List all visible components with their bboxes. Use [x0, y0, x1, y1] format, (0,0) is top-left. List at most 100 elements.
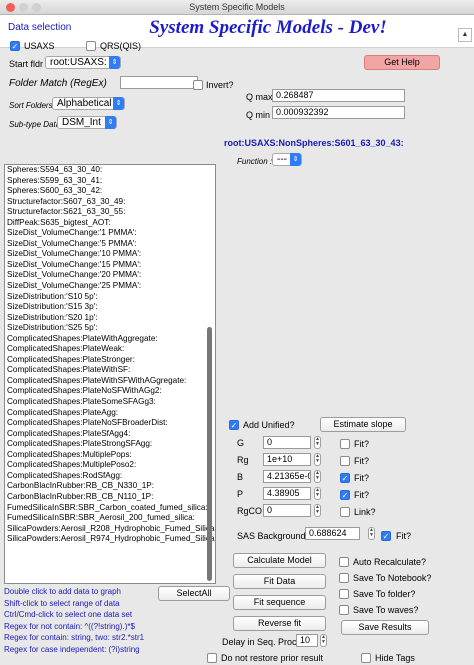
- list-item[interactable]: ComplicatedShapes:PlateWithSF:: [5, 365, 215, 376]
- minimize-window-icon[interactable]: [19, 3, 28, 12]
- list-item[interactable]: SilicaPowders:Aerosil_R974_Hydrophobic_F…: [5, 534, 215, 545]
- usaxs-checkbox[interactable]: ✓: [10, 41, 20, 51]
- list-item[interactable]: ComplicatedShapes:PlateNoSFWithAGg2:: [5, 386, 215, 397]
- sort-folders-popup[interactable]: Alphabetical ⇕: [52, 97, 125, 110]
- qmax-input[interactable]: 0.268487: [272, 89, 405, 102]
- select-all-button[interactable]: SelectAll: [158, 586, 230, 601]
- auto-recalculate-label: Auto Recalculate?: [353, 557, 427, 567]
- sort-folders-label: Sort Folders: [9, 101, 53, 110]
- list-item[interactable]: ComplicatedShapes:RodSfAgg:: [5, 471, 215, 482]
- data-folder-list[interactable]: Spheres:S594_63_30_40: Spheres:S599_63_30…: [4, 164, 216, 584]
- list-scrollbar-thumb[interactable]: [207, 327, 212, 581]
- param-value-input[interactable]: 1e+10: [263, 453, 311, 466]
- estimate-slope-button[interactable]: Estimate slope: [320, 417, 406, 432]
- fit-sequence-button[interactable]: Fit sequence: [233, 595, 326, 610]
- list-item[interactable]: Spheres:S594_63_30_40:: [5, 165, 215, 176]
- hide-tags-checkbox[interactable]: [361, 653, 371, 663]
- sas-fit-label: Fit?: [396, 531, 412, 541]
- list-item[interactable]: SilicaPowders:Aerosil_R208_Hydrophobic_F…: [5, 524, 215, 535]
- start-folder-popup[interactable]: root:USAXS: ⇕: [45, 56, 121, 69]
- invert-checkbox[interactable]: [193, 80, 203, 90]
- param-stepper[interactable]: ▲ ▼: [314, 504, 321, 517]
- list-item[interactable]: Structurefactor:S621_63_30_55:: [5, 207, 215, 218]
- list-item[interactable]: SizeDistribution:'S10 5p':: [5, 292, 215, 303]
- reverse-fit-button[interactable]: Reverse fit: [233, 616, 326, 631]
- param-value-input[interactable]: 0: [263, 436, 311, 449]
- save-folder-checkbox[interactable]: [339, 589, 349, 599]
- list-item[interactable]: ComplicatedShapes:PlateNoSFBroaderDist:: [5, 418, 215, 429]
- folder-match-input[interactable]: [120, 76, 198, 89]
- list-item[interactable]: SizeDistribution:'S15 3p':: [5, 302, 215, 313]
- list-item[interactable]: ComplicatedShapes:PlateStrongSFAgg:: [5, 439, 215, 450]
- list-item[interactable]: CarbonBlacInRubber:RB_CB_N110_1P:: [5, 492, 215, 503]
- folder-match-label: Folder Match (RegEx): [9, 78, 107, 89]
- get-help-button[interactable]: Get Help: [364, 55, 440, 70]
- close-window-icon[interactable]: [6, 3, 15, 12]
- list-item[interactable]: ComplicatedShapes:MultiplePoso2:: [5, 460, 215, 471]
- param-stepper[interactable]: ▲ ▼: [314, 453, 321, 466]
- calculate-model-button[interactable]: Calculate Model: [233, 553, 326, 568]
- list-item[interactable]: ComplicatedShapes:PlateWithSFWithAGgrega…: [5, 376, 215, 387]
- sas-background-stepper[interactable]: ▲ ▼: [368, 527, 375, 540]
- param-fit-checkbox[interactable]: ✓: [340, 473, 350, 483]
- delay-stepper[interactable]: ▲ ▼: [320, 634, 327, 647]
- list-item[interactable]: FumedSilicaInSBR:SBR_Carbon_coated_fumed…: [5, 503, 215, 514]
- save-results-button[interactable]: Save Results: [341, 620, 429, 635]
- qmin-input[interactable]: 0.000932392: [272, 106, 405, 119]
- list-item[interactable]: ComplicatedShapes:PlateWeak:: [5, 344, 215, 355]
- list-item[interactable]: ComplicatedShapes:PlateSfAgg4:: [5, 429, 215, 440]
- list-item[interactable]: SizeDist_VolumeChange:'15 PMMA':: [5, 260, 215, 271]
- add-unified-checkbox[interactable]: ✓: [229, 420, 239, 430]
- param-value-input[interactable]: 0: [263, 504, 311, 517]
- param-value-input[interactable]: 4.38905: [263, 487, 311, 500]
- param-fit-checkbox[interactable]: ✓: [340, 490, 350, 500]
- qrs-checkbox[interactable]: [86, 41, 96, 51]
- list-item[interactable]: ComplicatedShapes:MultiplePops:: [5, 450, 215, 461]
- no-restore-label: Do not restore prior result: [221, 653, 324, 663]
- list-item[interactable]: SizeDist_VolumeChange:'20 PMMA':: [5, 270, 215, 281]
- chevron-updown-icon: ⇕: [109, 56, 120, 69]
- list-item[interactable]: CarbonBlacInRubber:RB_CB_N330_1P:: [5, 481, 215, 492]
- list-item[interactable]: ComplicatedShapes:PlateWithAggregate:: [5, 334, 215, 345]
- list-item[interactable]: Spheres:S600_63_30_42:: [5, 186, 215, 197]
- list-item[interactable]: ComplicatedShapes:PlateStronger:: [5, 355, 215, 366]
- param-fit-checkbox[interactable]: [340, 439, 350, 449]
- param-stepper[interactable]: ▲ ▼: [314, 436, 321, 449]
- chevron-updown-icon: ⇕: [105, 116, 116, 129]
- param-fit-label: Link?: [354, 507, 376, 517]
- save-waves-checkbox[interactable]: [339, 605, 349, 615]
- list-item[interactable]: SizeDistribution:'S25 5p':: [5, 323, 215, 334]
- list-item[interactable]: Spheres:S599_63_30_41:: [5, 176, 215, 187]
- sas-background-input[interactable]: 0.688624: [305, 527, 360, 540]
- list-rows: Spheres:S594_63_30_40: Spheres:S599_63_30…: [5, 165, 215, 545]
- window-titlebar: System Specific Models: [0, 0, 474, 15]
- list-item[interactable]: ComplicatedShapes:PlateAgg:: [5, 408, 215, 419]
- list-item[interactable]: SizeDistribution:'S20 1p':: [5, 313, 215, 324]
- chevron-updown-icon: ⇕: [113, 97, 124, 110]
- list-item[interactable]: SizeDist_VolumeChange:'1 PMMA':: [5, 228, 215, 239]
- list-item[interactable]: SizeDist_VolumeChange:'10 PMMA':: [5, 249, 215, 260]
- auto-recalculate-checkbox[interactable]: [339, 557, 349, 567]
- zoom-window-icon[interactable]: [32, 3, 41, 12]
- param-fit-checkbox[interactable]: [340, 507, 350, 517]
- no-restore-checkbox[interactable]: [207, 653, 217, 663]
- list-item[interactable]: Structurefactor:S607_63_30_49:: [5, 197, 215, 208]
- fit-data-button[interactable]: Fit Data: [233, 574, 326, 589]
- sas-fit-checkbox[interactable]: ✓: [381, 531, 391, 541]
- function-popup[interactable]: --- ⇕: [272, 153, 302, 166]
- param-stepper[interactable]: ▲ ▼: [314, 487, 321, 500]
- list-item[interactable]: SizeDist_VolumeChange:'25 PMMA':: [5, 281, 215, 292]
- param-value-input[interactable]: 4.21365e-09: [263, 470, 311, 483]
- delay-input[interactable]: 10: [296, 634, 318, 647]
- data-selection-heading: Data selection: [8, 22, 72, 33]
- list-item[interactable]: DiffPeak:S635_bigtest_AOT:: [5, 218, 215, 229]
- param-stepper[interactable]: ▲ ▼: [314, 470, 321, 483]
- param-fit-checkbox[interactable]: [340, 456, 350, 466]
- list-item[interactable]: FumedSilicaInSBR:SBR_Aerosil_200_fumed_s…: [5, 513, 215, 524]
- save-notebook-checkbox[interactable]: [339, 573, 349, 583]
- list-item[interactable]: ComplicatedShapes:PlateSomeSFAGg3:: [5, 397, 215, 408]
- invert-label: Invert?: [206, 80, 234, 90]
- list-item[interactable]: SizeDist_VolumeChange:'5 PMMA':: [5, 239, 215, 250]
- panel-expand-icon[interactable]: ▲: [458, 28, 472, 42]
- subtype-popup[interactable]: DSM_Int ⇕: [57, 116, 117, 129]
